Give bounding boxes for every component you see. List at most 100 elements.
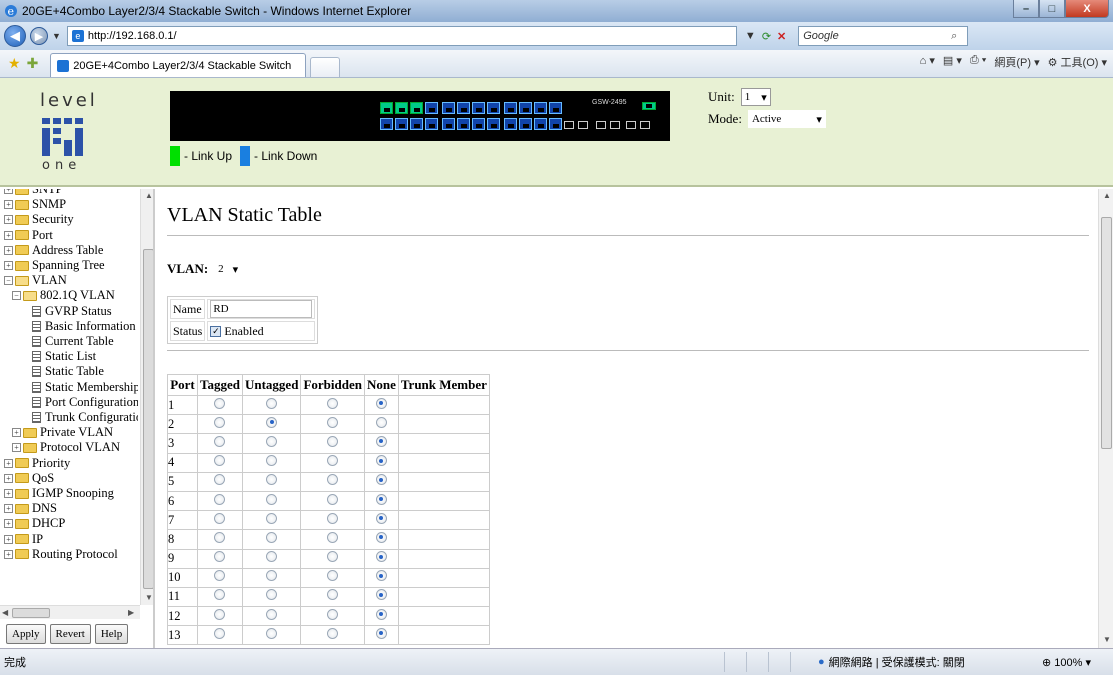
forward-icon[interactable]: ▶ — [30, 27, 48, 45]
expand-icon[interactable]: + — [4, 261, 13, 270]
feeds-icon[interactable]: ▤ ▾ — [943, 54, 962, 70]
radio-none[interactable] — [375, 512, 387, 524]
radio-forbidden[interactable] — [327, 589, 339, 601]
expand-icon[interactable]: + — [4, 189, 13, 194]
search-input[interactable]: Google ⌕ — [798, 26, 969, 46]
radio-untagged[interactable] — [266, 474, 278, 486]
expand-icon[interactable]: + — [4, 549, 13, 559]
radio-tagged[interactable] — [214, 570, 226, 582]
radio-forbidden[interactable] — [327, 551, 339, 563]
tree-item[interactable]: + Priority — [4, 456, 70, 471]
radio-untagged[interactable] — [266, 493, 278, 505]
expand-icon[interactable]: + — [4, 519, 13, 529]
radio-untagged[interactable] — [266, 608, 278, 620]
tree-item[interactable]: + Spanning Tree — [4, 258, 105, 273]
expand-icon[interactable]: + — [4, 504, 13, 514]
expand-icon[interactable]: + — [12, 428, 21, 438]
radio-none[interactable] — [375, 435, 387, 447]
main-vertical-scrollbar[interactable]: ▲ ▼ — [1098, 189, 1113, 648]
add-favorite-icon[interactable]: ✚ — [27, 55, 39, 72]
tree-item[interactable]: − VLAN — [4, 273, 67, 288]
radio-tagged[interactable] — [214, 551, 226, 563]
radio-untagged[interactable] — [266, 455, 278, 467]
tree-item[interactable]: + SNTP — [4, 189, 63, 197]
tree-item[interactable]: + IGMP Snooping — [4, 486, 114, 501]
url-dropdown-icon[interactable]: ▼ — [745, 30, 756, 42]
maximize-button[interactable]: □ — [1039, 0, 1065, 18]
expand-icon[interactable]: + — [4, 215, 13, 225]
tree-item[interactable]: + DNS — [4, 501, 57, 516]
status-checkbox[interactable]: ✓ — [210, 326, 222, 338]
radio-forbidden[interactable] — [327, 627, 339, 639]
expand-icon[interactable]: + — [4, 200, 13, 210]
tools-menu[interactable]: ⚙ 工具(O) ▾ — [1048, 54, 1107, 70]
tree-item[interactable]: Static Table — [32, 364, 104, 379]
radio-forbidden[interactable] — [327, 531, 339, 543]
vlan-name-input[interactable]: RD — [210, 300, 313, 318]
tree-item[interactable]: Basic Information — [32, 319, 136, 334]
main-scroll-thumb[interactable] — [1101, 217, 1112, 449]
tree-item[interactable]: + Port — [4, 228, 53, 243]
help-button[interactable]: Help — [94, 624, 129, 644]
back-icon[interactable]: ◀ — [4, 25, 26, 47]
tree-item[interactable]: Static List — [32, 349, 96, 364]
radio-tagged[interactable] — [214, 627, 226, 639]
radio-untagged[interactable] — [266, 397, 278, 409]
radio-none[interactable] — [375, 570, 387, 582]
tree-item[interactable]: + Address Table — [4, 243, 103, 258]
tab-active[interactable]: 20GE+4Combo Layer2/3/4 Stackable Switch — [50, 53, 307, 77]
expand-icon[interactable]: + — [4, 458, 13, 468]
radio-untagged[interactable] — [266, 570, 278, 582]
radio-none[interactable] — [375, 589, 387, 601]
radio-tagged[interactable] — [214, 493, 226, 505]
radio-untagged[interactable] — [266, 416, 278, 428]
home-icon[interactable]: ⌂ ▾ — [920, 54, 935, 70]
print-icon[interactable]: ⎙ ▾ — [970, 54, 986, 70]
new-tab-button[interactable] — [310, 57, 341, 77]
radio-tagged[interactable] — [214, 512, 226, 524]
radio-tagged[interactable] — [214, 474, 226, 486]
apply-button[interactable]: Apply — [6, 624, 46, 644]
radio-forbidden[interactable] — [327, 435, 339, 447]
tree-item[interactable]: Current Table — [32, 334, 114, 349]
tree-item[interactable]: Trunk Configuration — [32, 410, 138, 425]
radio-untagged[interactable] — [266, 435, 278, 447]
tree-item[interactable]: Port Configuration — [32, 395, 138, 410]
mode-select[interactable]: Active ▾ — [747, 110, 826, 128]
collapse-icon[interactable]: − — [12, 291, 21, 301]
tree-horizontal-scrollbar[interactable]: ◀ ▶ — [0, 605, 140, 619]
tree-item[interactable]: + IP — [4, 532, 43, 547]
stop-icon[interactable]: ✕ — [777, 30, 786, 43]
radio-tagged[interactable] — [214, 435, 226, 447]
radio-none[interactable] — [375, 627, 387, 639]
radio-forbidden[interactable] — [327, 493, 339, 505]
radio-forbidden[interactable] — [327, 397, 339, 409]
expand-icon[interactable]: + — [4, 534, 13, 544]
refresh-icon[interactable]: ⟳ — [762, 30, 771, 43]
radio-none[interactable] — [375, 397, 387, 409]
radio-untagged[interactable] — [266, 627, 278, 639]
radio-forbidden[interactable] — [327, 416, 339, 428]
tree-item[interactable]: + DHCP — [4, 516, 65, 531]
radio-none[interactable] — [375, 474, 387, 486]
radio-none[interactable] — [375, 455, 387, 467]
radio-tagged[interactable] — [214, 531, 226, 543]
expand-icon[interactable]: + — [12, 443, 21, 453]
radio-untagged[interactable] — [266, 531, 278, 543]
expand-icon[interactable]: + — [4, 230, 13, 240]
radio-forbidden[interactable] — [327, 455, 339, 467]
radio-tagged[interactable] — [214, 397, 226, 409]
tree-item[interactable]: + Private VLAN — [12, 425, 113, 440]
search-icon[interactable]: ⌕ — [951, 30, 957, 43]
radio-none[interactable] — [375, 493, 387, 505]
radio-none[interactable] — [375, 416, 387, 428]
tree-item[interactable]: + Security — [4, 212, 74, 227]
radio-none[interactable] — [375, 531, 387, 543]
unit-select[interactable]: 1 ▾ — [740, 88, 771, 106]
radio-untagged[interactable] — [266, 512, 278, 524]
history-dropdown-icon[interactable]: ▼ — [52, 31, 61, 41]
tree-item[interactable]: + QoS — [4, 471, 54, 486]
favorites-star-icon[interactable]: ★ — [8, 55, 21, 72]
close-button[interactable]: X — [1065, 0, 1109, 18]
zoom-level[interactable]: ⊕ 100% ▾ — [1042, 656, 1091, 669]
